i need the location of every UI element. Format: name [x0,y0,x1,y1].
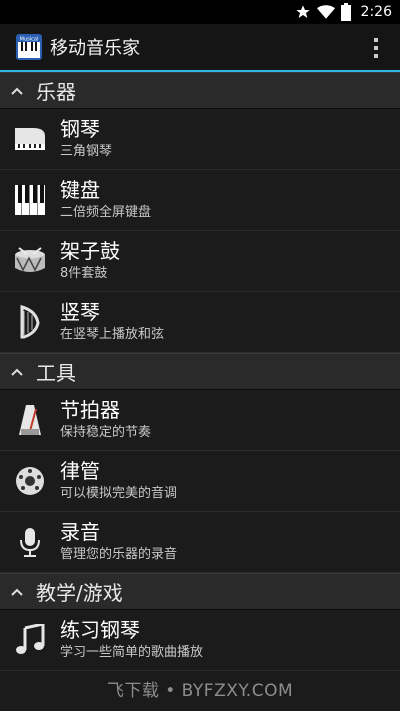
item-title: 律管 [60,459,100,483]
section-label: 教学/游戏 [36,581,123,605]
item-title: 架子鼓 [60,239,120,263]
list-item-piano[interactable]: 钢琴 三角钢琴 [0,109,400,170]
overflow-menu-button[interactable] [372,36,380,60]
item-subtitle: 可以模拟完美的音调 [60,486,178,501]
app-icon-label: Musical [20,37,39,43]
chevron-up-icon [11,87,23,95]
chevron-up-icon [11,368,23,376]
item-subtitle: 保持稳定的节奏 [60,425,152,440]
list-item-drums[interactable]: 架子鼓 8件套鼓 [0,231,400,292]
list-item-harp[interactable]: 竖琴 在竖琴上播放和弦 [0,292,400,353]
list-item-keyboard[interactable]: 键盘 二倍频全屏键盘 [0,170,400,231]
item-subtitle: 管理您的乐器的录音 [60,547,178,562]
section-header-learning[interactable]: 教学/游戏 [0,573,400,610]
list-item-pitch-pipe[interactable]: 律管 可以模拟完美的音调 [0,451,400,512]
drum-icon [12,243,48,279]
item-title: 录音 [60,520,100,544]
pitch-pipe-icon [12,463,48,499]
item-subtitle: 三角钢琴 [60,144,113,159]
item-subtitle: 学习一些简单的歌曲播放 [60,645,204,660]
music-note-icon [12,622,48,658]
item-subtitle: 二倍频全屏键盘 [60,205,152,220]
app-title: 移动音乐家 [50,38,140,59]
keyboard-icon [12,182,48,218]
item-title: 钢琴 [60,117,100,141]
item-title: 竖琴 [60,300,100,324]
status-bar: 2:26 [0,0,400,24]
overflow-dot [374,46,378,50]
clock: 2:26 [360,4,392,20]
section-label: 乐器 [36,80,76,104]
section-header-tools[interactable]: 工具 [0,353,400,390]
item-title: 节拍器 [60,398,120,422]
watermark-text: 飞下载 • BYFZXY.COM [106,681,294,701]
list-item-metronome[interactable]: 节拍器 保持稳定的节奏 [0,390,400,451]
metronome-icon [12,402,48,438]
list-item-practice-piano[interactable]: 练习钢琴 学习一些简单的歌曲播放 [0,610,400,671]
section-header-instruments[interactable]: 乐器 [0,72,400,109]
microphone-icon [12,524,48,560]
section-label: 工具 [36,361,76,385]
app-icon: Musical [16,34,42,60]
overflow-dot [374,38,378,42]
wifi-icon [316,5,335,19]
list-item-recording[interactable]: 录音 管理您的乐器的录音 [0,512,400,573]
battery-icon [340,3,351,21]
item-title: 练习钢琴 [60,618,140,642]
item-subtitle: 8件套鼓 [60,266,108,281]
star-icon [295,5,310,18]
chevron-up-icon [11,588,23,596]
harp-icon [12,304,48,340]
item-subtitle: 在竖琴上播放和弦 [60,327,165,342]
grand-piano-icon [12,121,48,157]
item-title: 键盘 [60,178,100,202]
overflow-dot [374,54,378,58]
action-bar: Musical 移动音乐家 [0,24,400,72]
